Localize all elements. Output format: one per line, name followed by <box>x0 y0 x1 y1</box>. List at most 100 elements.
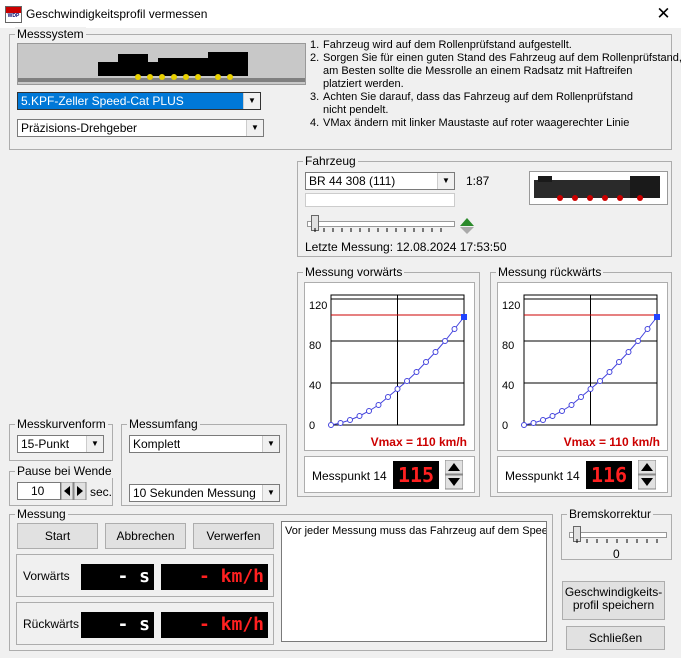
brake-slider[interactable] <box>567 524 667 546</box>
backward-speed-display: - km/h <box>161 612 268 638</box>
data-point <box>375 402 382 408</box>
progress-bar <box>305 193 455 207</box>
close-icon[interactable]: ✕ <box>646 0 681 28</box>
data-point <box>635 338 641 344</box>
vmax-label: Vmax = 110 km/h <box>564 435 660 449</box>
chart-backward-title: Messung rückwärts <box>496 265 604 279</box>
duration-value: 10 Sekunden Messung <box>133 486 256 500</box>
data-point-selected <box>461 314 467 320</box>
test-stand-image <box>17 43 306 85</box>
backward-point-value: 116 <box>586 461 632 489</box>
vehicle-select[interactable]: BR 44 308 (111) ▼ <box>305 172 455 190</box>
data-point <box>328 422 334 428</box>
y-tick-label: 80 <box>309 340 321 352</box>
instruction-text: Sorgen Sie für einen guten Stand des Fah… <box>323 52 681 64</box>
scope-select[interactable]: Komplett ▼ <box>129 435 280 453</box>
scroll-arrows[interactable] <box>459 216 475 236</box>
encoder-select-value: Präzisions-Drehgeber <box>21 121 138 135</box>
messkurvenform-label: Messkurvenform <box>15 417 108 431</box>
y-tick-label: 120 <box>502 300 520 312</box>
data-point <box>423 359 429 365</box>
data-point <box>606 369 613 375</box>
data-point <box>404 378 410 384</box>
data-point-selected <box>654 314 660 320</box>
instruction-text: Achten Sie darauf, dass das Fahrzeug auf… <box>323 91 634 103</box>
locomotive-image <box>529 171 668 205</box>
data-point <box>366 408 372 414</box>
app-icon: WDP <box>5 6 22 23</box>
pause-spin[interactable] <box>60 481 87 501</box>
forward-time-display: - s <box>81 564 154 590</box>
chart-backward[interactable]: 0 40 80 120 Vmax = 110 km/h <box>497 282 668 451</box>
data-point <box>530 420 537 426</box>
data-point <box>559 408 565 414</box>
instruction-text: nicht pendelt. <box>323 104 389 116</box>
data-point <box>521 422 527 428</box>
log-text: Vor jeder Messung muss das Fahrzeug auf … <box>285 525 547 537</box>
data-point <box>347 417 353 423</box>
data-point <box>432 349 439 355</box>
brake-value: 0 <box>613 547 620 561</box>
start-button[interactable]: Start <box>17 523 98 549</box>
data-point <box>540 417 546 423</box>
chevron-down-icon: ▼ <box>262 485 279 501</box>
log-output[interactable]: Vor jeder Messung muss das Fahrzeug auf … <box>281 521 547 642</box>
forward-point-panel: Messpunkt 14 115 <box>304 456 475 493</box>
device-select[interactable]: 5.KPF-Zeller Speed-Cat PLUS ▼ <box>17 92 261 110</box>
last-measurement: Letzte Messung: 12.08.2024 17:53:50 <box>305 240 507 254</box>
device-select-value: 5.KPF-Zeller Speed-Cat PLUS <box>21 94 184 108</box>
duration-select[interactable]: 10 Sekunden Messung ▼ <box>129 484 280 502</box>
backward-point-panel: Messpunkt 14 116 <box>497 456 668 493</box>
data-point <box>644 326 651 332</box>
data-point <box>356 413 363 419</box>
data-point <box>442 338 448 344</box>
scale-label: 1:87 <box>466 174 490 188</box>
data-point <box>337 420 344 426</box>
y-tick-label: 0 <box>309 420 315 432</box>
y-tick-label: 40 <box>502 380 514 392</box>
messsystem-label: Messsystem <box>15 27 86 41</box>
data-point <box>394 386 401 392</box>
pause-value: 10 <box>31 484 45 498</box>
forward-label: Vorwärts <box>23 569 70 583</box>
instruction-text: VMax ändern mit linker Maustaste auf rot… <box>323 117 630 129</box>
vehicle-slider[interactable] <box>305 212 455 236</box>
y-tick-label: 80 <box>502 340 514 352</box>
backward-label: Rückwärts <box>23 617 80 631</box>
chevron-down-icon: ▼ <box>262 436 279 452</box>
encoder-select[interactable]: Präzisions-Drehgeber ▼ <box>17 119 264 137</box>
data-point <box>413 369 420 375</box>
chart-forward-title: Messung vorwärts <box>303 265 405 279</box>
instruction-number: 2. <box>310 52 320 64</box>
data-point <box>385 394 391 400</box>
abbrechen-button[interactable]: Abbrechen <box>105 523 186 549</box>
scope-value: Komplett <box>133 437 181 451</box>
messung-label: Messung <box>15 507 68 521</box>
instruction-text: platziert werden. <box>323 78 404 90</box>
save-profile-button[interactable]: Geschwindigkeits-profil speichern <box>562 581 665 620</box>
pause-unit: sec. <box>90 485 113 499</box>
pause-input[interactable]: 10 <box>17 482 61 500</box>
forward-speed-display: - km/h <box>161 564 268 590</box>
close-button[interactable]: Schließen <box>566 626 665 650</box>
backward-spin[interactable] <box>637 459 657 490</box>
chevron-down-icon: ▼ <box>437 173 454 189</box>
instruction-text: Fahrzeug wird auf dem Rollenprüfstand au… <box>323 39 572 51</box>
instruction-number: 4. <box>310 117 320 129</box>
data-point <box>568 402 575 408</box>
backward-time-display: - s <box>81 612 154 638</box>
forward-point-value: 115 <box>393 461 439 489</box>
curve-form-select[interactable]: 15-Punkt ▼ <box>17 435 104 453</box>
chevron-down-icon: ▼ <box>86 436 103 452</box>
verwerfen-button[interactable]: Verwerfen <box>193 523 274 549</box>
title-bar: WDP Geschwindigkeitsprofil vermessen ✕ <box>0 0 681 28</box>
forward-spin[interactable] <box>444 459 464 490</box>
data-point <box>549 413 556 419</box>
y-tick-label: 120 <box>309 300 327 312</box>
vmax-label: Vmax = 110 km/h <box>371 435 467 449</box>
data-point <box>587 386 594 392</box>
forward-point-label: Messpunkt 14 <box>312 469 387 483</box>
data-point <box>597 378 603 384</box>
chart-forward[interactable]: 0 40 80 120 Vmax = 110 km/h <box>304 282 475 451</box>
data-point <box>625 349 632 355</box>
